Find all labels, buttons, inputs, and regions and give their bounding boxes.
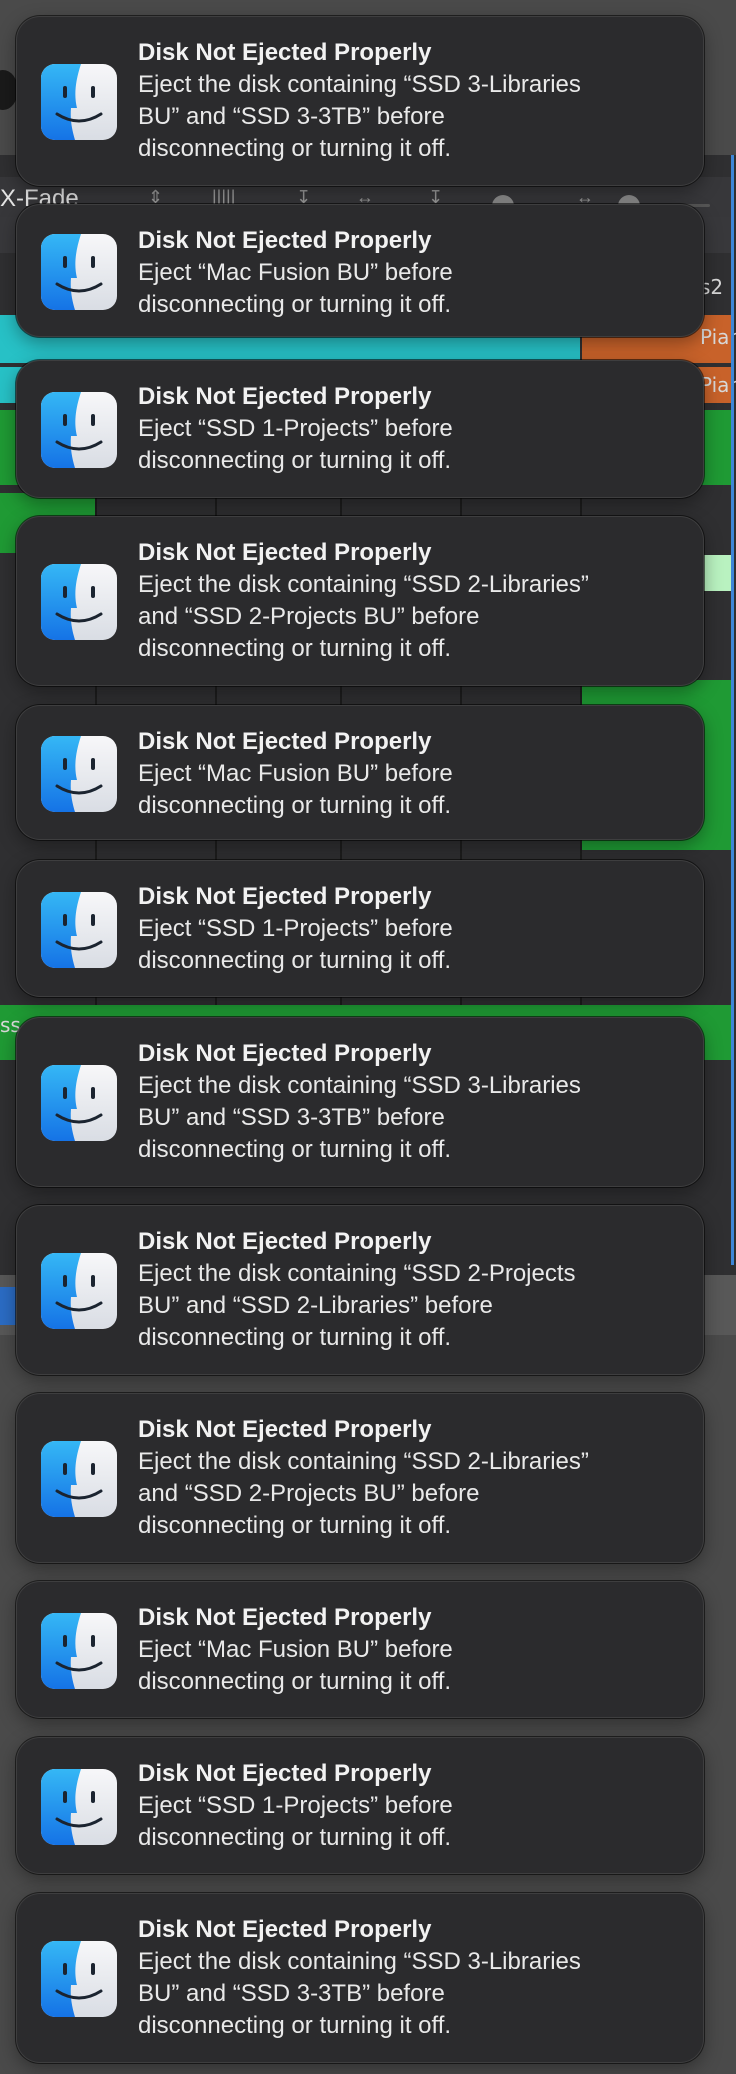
notification-card[interactable]: Disk Not Ejected Properly Eject the disk … [16, 16, 704, 186]
notification-body-line: Eject the disk containing “SSD 3-Librari… [138, 71, 581, 98]
notification-title: Disk Not Ejected Properly [138, 1916, 432, 1943]
notification-body-line: BU” and “SSD 3-3TB” before [138, 1104, 445, 1131]
notification-text: Disk Not Ejected Properly Eject the disk … [138, 1226, 679, 1354]
notification-card[interactable]: Disk Not Ejected Properly Eject “Mac Fusi… [16, 705, 704, 840]
window-selection-border [731, 155, 734, 1265]
notification-body-line: Eject the disk containing “SSD 3-Librari… [138, 1072, 581, 1099]
dock-edge [0, 1287, 16, 1325]
notification-text: Disk Not Ejected Properly Eject “Mac Fusi… [138, 1602, 679, 1698]
notification-body-line: disconnecting or turning it off. [138, 1668, 452, 1695]
finder-icon [41, 1613, 117, 1689]
notification-body-line: disconnecting or turning it off. [138, 1512, 452, 1539]
notification-body-line: disconnecting or turning it off. [138, 1324, 452, 1351]
finder-icon [41, 1941, 117, 2017]
notification-body-line: Eject “Mac Fusion BU” before [138, 259, 453, 286]
notification-body-line: and “SSD 2-Projects BU” before [138, 603, 480, 630]
notification-body-line: disconnecting or turning it off. [138, 792, 452, 819]
notification-text: Disk Not Ejected Properly Eject “SSD 1-Pr… [138, 1758, 679, 1854]
notification-body-line: Eject “SSD 1-Projects” before [138, 1792, 453, 1819]
notification-body-line: disconnecting or turning it off. [138, 947, 452, 974]
notification-title: Disk Not Ejected Properly [138, 39, 432, 66]
notification-text: Disk Not Ejected Properly Eject “Mac Fusi… [138, 726, 679, 822]
notification-body-line: disconnecting or turning it off. [138, 135, 452, 162]
notification-title: Disk Not Ejected Properly [138, 1604, 432, 1631]
notification-body-line: disconnecting or turning it off. [138, 291, 452, 318]
notification-card[interactable]: Disk Not Ejected Properly Eject “SSD 1-Pr… [16, 860, 704, 997]
notification-body-line: Eject “SSD 1-Projects” before [138, 415, 453, 442]
notification-card[interactable]: Disk Not Ejected Properly Eject the disk … [16, 1017, 704, 1187]
notification-title: Disk Not Ejected Properly [138, 1228, 432, 1255]
notification-body-line: Eject the disk containing “SSD 2-Librari… [138, 1448, 589, 1475]
finder-icon [41, 1065, 117, 1141]
notification-body-line: disconnecting or turning it off. [138, 447, 452, 474]
notification-card[interactable]: Disk Not Ejected Properly Eject “Mac Fusi… [16, 1581, 704, 1718]
notification-title: Disk Not Ejected Properly [138, 883, 432, 910]
notification-title: Disk Not Ejected Properly [138, 227, 432, 254]
notification-body-line: Eject the disk containing “SSD 2-Project… [138, 1260, 576, 1287]
notification-card[interactable]: Disk Not Ejected Properly Eject the disk … [16, 1393, 704, 1563]
notification-title: Disk Not Ejected Properly [138, 1760, 432, 1787]
notification-text: Disk Not Ejected Properly Eject the disk … [138, 37, 679, 165]
notification-title: Disk Not Ejected Properly [138, 539, 432, 566]
notification-title: Disk Not Ejected Properly [138, 728, 432, 755]
notification-body-line: Eject the disk containing “SSD 2-Librari… [138, 571, 589, 598]
notification-body-line: disconnecting or turning it off. [138, 1136, 452, 1163]
finder-icon [41, 64, 117, 140]
notification-card[interactable]: Disk Not Ejected Properly Eject “SSD 1-Pr… [16, 1737, 704, 1874]
notification-card[interactable]: Disk Not Ejected Properly Eject the disk … [16, 516, 704, 686]
notification-text: Disk Not Ejected Properly Eject the disk … [138, 1914, 679, 2042]
notification-body-line: Eject “SSD 1-Projects” before [138, 915, 453, 942]
finder-icon [41, 392, 117, 468]
notification-card[interactable]: Disk Not Ejected Properly Eject the disk … [16, 1893, 704, 2063]
notification-title: Disk Not Ejected Properly [138, 1416, 432, 1443]
notification-body-line: BU” and “SSD 3-3TB” before [138, 1980, 445, 2007]
finder-icon [41, 892, 117, 968]
finder-icon [41, 1253, 117, 1329]
finder-icon [41, 234, 117, 310]
notification-body-line: Eject “Mac Fusion BU” before [138, 760, 453, 787]
notification-text: Disk Not Ejected Properly Eject the disk … [138, 1414, 679, 1542]
notification-body-line: Eject the disk containing “SSD 3-Librari… [138, 1948, 581, 1975]
notification-body-line: Eject “Mac Fusion BU” before [138, 1636, 453, 1663]
notification-text: Disk Not Ejected Properly Eject “SSD 1-Pr… [138, 381, 679, 477]
notification-title: Disk Not Ejected Properly [138, 383, 432, 410]
notification-card[interactable]: Disk Not Ejected Properly Eject the disk … [16, 1205, 704, 1375]
finder-icon [41, 736, 117, 812]
notification-text: Disk Not Ejected Properly Eject “SSD 1-Pr… [138, 881, 679, 977]
notification-body-line: disconnecting or turning it off. [138, 1824, 452, 1851]
notification-body-line: and “SSD 2-Projects BU” before [138, 1480, 480, 1507]
notification-body-line: BU” and “SSD 2-Libraries” before [138, 1292, 493, 1319]
finder-icon [41, 1769, 117, 1845]
midi-region-light[interactable] [700, 555, 731, 591]
notification-card[interactable]: Disk Not Ejected Properly Eject “Mac Fusi… [16, 204, 704, 337]
finder-icon [41, 564, 117, 640]
notification-text: Disk Not Ejected Properly Eject the disk … [138, 537, 679, 665]
notification-card[interactable]: Disk Not Ejected Properly Eject “SSD 1-Pr… [16, 360, 704, 498]
notification-body-line: BU” and “SSD 3-3TB” before [138, 103, 445, 130]
notification-text: Disk Not Ejected Properly Eject the disk … [138, 1038, 679, 1166]
notification-text: Disk Not Ejected Properly Eject “Mac Fusi… [138, 225, 679, 321]
finder-icon [41, 1441, 117, 1517]
notification-title: Disk Not Ejected Properly [138, 1040, 432, 1067]
notification-body-line: disconnecting or turning it off. [138, 635, 452, 662]
notification-body-line: disconnecting or turning it off. [138, 2012, 452, 2039]
